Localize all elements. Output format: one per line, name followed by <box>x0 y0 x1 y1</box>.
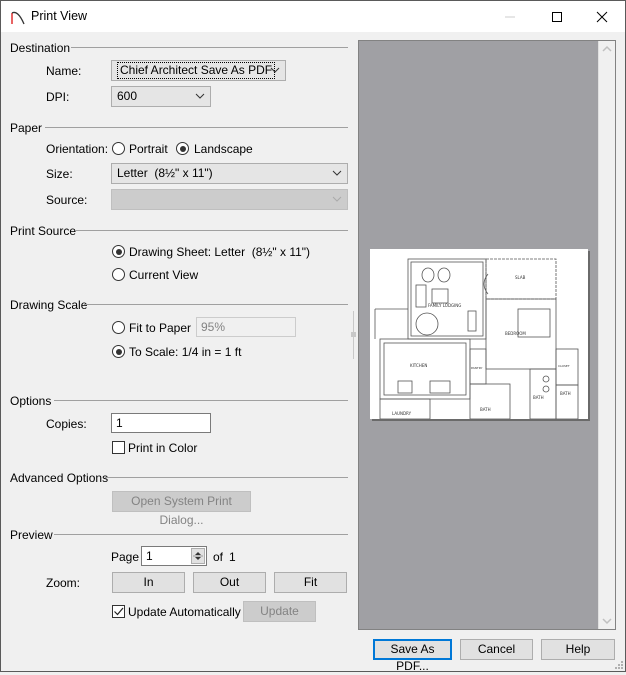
print-in-color-checkbox[interactable] <box>112 441 125 454</box>
divider <box>45 127 348 128</box>
to-scale-radio[interactable] <box>112 345 125 358</box>
page-number-value: 1 <box>146 549 153 563</box>
source-label: Source: <box>46 193 88 207</box>
drawing-sheet-radio[interactable] <box>112 245 125 258</box>
scroll-down-icon[interactable] <box>602 617 612 625</box>
room-label: BATH <box>560 391 571 396</box>
landscape-label[interactable]: Landscape <box>194 142 253 156</box>
zoom-in-button[interactable]: In <box>112 572 185 593</box>
close-button[interactable] <box>579 1 625 32</box>
to-scale-label[interactable]: To Scale: 1/4 in = 1 ft <box>129 345 241 359</box>
page-total: 1 <box>229 550 236 564</box>
divider <box>75 230 348 231</box>
divider <box>54 534 348 535</box>
copies-input[interactable]: 1 <box>111 413 211 433</box>
close-icon <box>596 11 608 22</box>
print-view-dialog: Print View Destination Name: Chief Archi… <box>0 0 626 673</box>
floor-plan-preview: SLAB FAMILY LODGING BEDROOM KITCHEN PANT… <box>374 258 579 420</box>
current-view-radio[interactable] <box>112 268 125 281</box>
update-automatically-label[interactable]: Update Automatically <box>128 605 241 619</box>
chevron-down-icon <box>195 93 205 99</box>
options-section-label: Options <box>10 394 52 408</box>
of-label: of <box>213 550 224 564</box>
room-label: LAUNDRY <box>392 411 412 416</box>
fit-to-paper-radio[interactable] <box>112 321 125 334</box>
divider <box>71 47 348 48</box>
divider <box>84 304 348 305</box>
save-as-pdf-button[interactable]: Save As PDF... <box>373 639 452 673</box>
spin-up-down-icon <box>193 552 203 560</box>
drawing-sheet-label[interactable]: Drawing Sheet: Letter (8½" x 11") <box>129 245 310 259</box>
help-button[interactable]: Help <box>541 639 615 660</box>
dpi-select[interactable]: 600 <box>111 86 211 107</box>
advanced-options-section-label: Advanced Options <box>10 471 109 485</box>
paper-size-value: Letter (8½" x 11") <box>117 166 213 180</box>
room-label: BATH <box>533 395 544 400</box>
preview-vertical-scrollbar[interactable] <box>598 41 615 629</box>
print-in-color-label[interactable]: Print in Color <box>128 441 197 455</box>
preview-page: SLAB FAMILY LODGING BEDROOM KITCHEN PANT… <box>370 249 588 420</box>
landscape-radio[interactable] <box>176 142 189 155</box>
room-label: KITCHEN <box>410 363 427 368</box>
zoom-fit-button[interactable]: Fit <box>274 572 347 593</box>
chevron-down-icon <box>332 170 342 176</box>
print-preview-pane[interactable]: SLAB FAMILY LODGING BEDROOM KITCHEN PANT… <box>358 40 616 630</box>
fit-to-paper-label[interactable]: Fit to Paper <box>129 321 191 335</box>
room-label: CLOSET <box>558 364 570 368</box>
room-label: BATH <box>480 407 491 412</box>
zoom-label: Zoom: <box>46 576 81 590</box>
orientation-label: Orientation: <box>46 142 109 156</box>
update-button[interactable]: Update <box>243 601 316 622</box>
divider <box>105 477 348 478</box>
resize-grip-icon[interactable] <box>613 659 623 669</box>
divider <box>54 400 348 401</box>
room-label: PANTRY <box>471 366 483 370</box>
page-label: Page <box>111 550 140 564</box>
paper-size-select[interactable]: Letter (8½" x 11") <box>111 163 348 184</box>
paper-section-label: Paper <box>10 121 43 135</box>
room-label: FAMILY LODGING <box>428 303 461 308</box>
splitter-grip[interactable] <box>351 332 356 337</box>
window-title: Print View <box>31 9 88 23</box>
printer-name-value: Chief Architect Save As PDF <box>117 62 276 79</box>
drawing-scale-section-label: Drawing Scale <box>10 298 88 312</box>
chevron-down-icon <box>332 196 342 202</box>
current-view-label[interactable]: Current View <box>129 268 198 282</box>
portrait-label[interactable]: Portrait <box>129 142 168 156</box>
fit-percent-input[interactable]: 95% <box>196 317 296 337</box>
portrait-radio[interactable] <box>112 142 125 155</box>
room-label: SLAB <box>515 275 526 280</box>
chief-architect-logo-icon <box>11 11 25 25</box>
paper-source-select[interactable] <box>111 189 348 210</box>
maximize-button[interactable] <box>534 1 580 32</box>
scroll-up-icon[interactable] <box>602 45 612 53</box>
cancel-button[interactable]: Cancel <box>460 639 533 660</box>
room-label: BEDROOM <box>505 331 526 336</box>
minimize-icon <box>505 16 515 17</box>
preview-section-label: Preview <box>10 528 53 542</box>
printer-name-select[interactable]: Chief Architect Save As PDF <box>111 60 286 81</box>
minimize-button[interactable] <box>487 1 533 32</box>
copies-label: Copies: <box>46 417 87 431</box>
size-label: Size: <box>46 167 73 181</box>
title-bar: Print View <box>1 1 625 32</box>
page-number-stepper[interactable]: 1 <box>141 546 207 566</box>
dpi-value: 600 <box>117 89 138 103</box>
destination-section-label: Destination <box>10 41 71 55</box>
maximize-icon <box>552 11 562 22</box>
dpi-label: DPI: <box>46 90 70 104</box>
print-source-section-label: Print Source <box>10 224 77 238</box>
checkmark-icon <box>114 607 124 616</box>
update-automatically-checkbox[interactable] <box>112 605 125 618</box>
open-system-print-dialog-button[interactable]: Open System Print Dialog... <box>112 491 251 527</box>
name-label: Name: <box>46 64 82 78</box>
spin-buttons[interactable] <box>191 548 205 564</box>
zoom-out-button[interactable]: Out <box>193 572 266 593</box>
chevron-down-icon <box>270 67 280 73</box>
